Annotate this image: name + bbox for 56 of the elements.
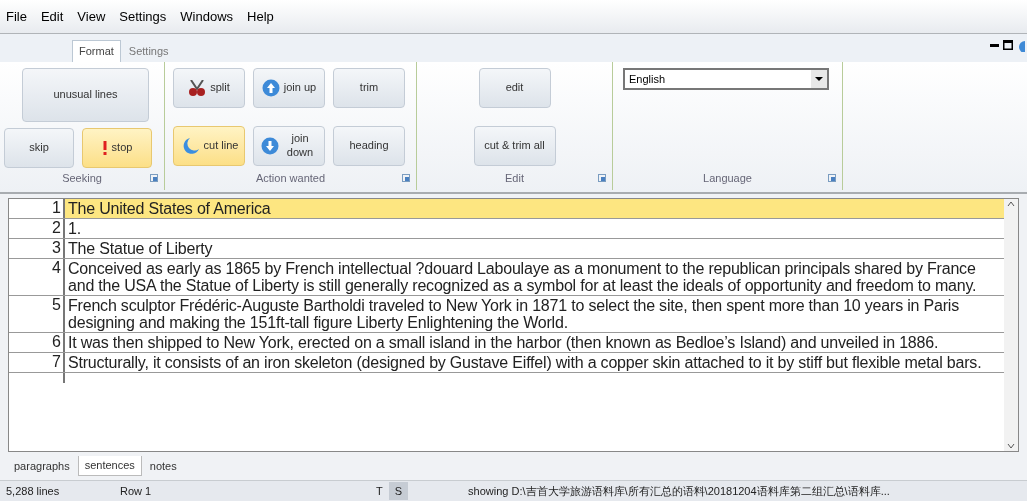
view-tab[interactable]: sentences [77,456,142,476]
sentence-row[interactable]: 2 1. [9,219,1004,239]
menu-item[interactable]: View [77,6,106,27]
ribbon-tab[interactable]: Settings [122,40,175,62]
dialog-launcher-icon[interactable] [150,173,158,182]
ribbon-button[interactable]: skip [4,128,74,168]
menu-item[interactable]: Edit [40,6,64,27]
sentence-text: Structurally, it consists of an iron skeleton (designed by Gustave Eiffel) with a copper skin attached to it by stiff but flexible metal bars. [67,353,983,372]
scroll-down-icon[interactable] [1007,443,1015,449]
file-path: showing D:\吉首大学旅游语料库\所有汇总的语料\20181204语料库第二组汇总\语料库... [468,483,890,499]
line-number: 1 [9,199,65,218]
maximize-icon[interactable] [1003,40,1013,50]
status-toggle[interactable]: S [388,482,409,500]
dialog-launcher-icon[interactable] [402,173,410,182]
exclamation-icon [101,141,108,155]
sentence-text: Conceived as early as 1865 by French intellectual ?douard Laboulaye as a monument to the republican principals shared by France and the USA the Statue of Liberty is still generally recognized as a symbol for at least the ideals of opportunity and freedom to many. [67,259,978,295]
sentence-row[interactable]: 1 The United States of America [9,199,1004,219]
sentence-text: The United States of America [67,199,272,218]
ribbon-tab[interactable]: Format [72,40,121,62]
status-toggle[interactable]: T [370,482,389,500]
ribbon-button[interactable]: trim [333,68,405,108]
ribbon-button[interactable]: split [173,68,245,108]
dialog-launcher-icon[interactable] [598,173,606,182]
menu-item[interactable]: Help [247,6,274,27]
language-dropdown[interactable]: English [623,68,829,90]
sentence-text: It was then shipped to New York, erected on a small island in the harbor (then known as Bedloe’s Island) and unveiled in 1886. [67,333,940,352]
group-title: Edit [505,170,524,186]
group-title: Seeking [62,170,102,186]
ribbon-button[interactable]: heading [333,126,405,166]
sentence-text: French sculptor Frédéric-Auguste Bartholdi traveled to New York in 1871 to select the site, then spent more than 10 years in Paris designing and making the 151ft-tall figure Liberty Enlightening the World. [67,296,960,332]
row-indicator: Row 1 [119,483,153,499]
sentence-text: 1. [67,219,82,238]
line-count: 5,288 lines [5,483,61,499]
menu-item[interactable]: Settings [119,6,167,27]
group-title: Action wanted [255,170,326,186]
ribbon-button[interactable]: stop [82,128,152,168]
minimize-icon[interactable] [990,43,999,47]
ribbon-button[interactable]: join down [253,126,325,166]
sentence-text: The Statue of Liberty [67,239,214,258]
sentence-row[interactable]: 3 The Statue of Liberty [9,239,1004,259]
sentence-row[interactable]: 7 Structurally, it consists of an iron skeleton (designed by Gustave Eiffel) with a copper skin attached to it by stiff but flexible metal bars. [9,353,1004,373]
ribbon-button[interactable]: edit [478,68,551,108]
scroll-up-icon[interactable] [1007,201,1015,207]
ribbon-button[interactable]: cut line [173,126,245,166]
menu-item[interactable]: Windows [180,6,234,27]
ribbon-button[interactable]: unusual lines [22,68,149,122]
ribbon-button[interactable]: cut & trim all [473,126,556,166]
scissors-icon [188,80,207,96]
dialog-launcher-icon[interactable] [828,173,836,182]
ribbon-button[interactable]: join up [253,68,325,108]
view-tab[interactable]: notes [143,456,183,476]
menu-item[interactable]: File [6,6,27,27]
sentence-row[interactable]: 6 It was then shipped to New York, erected on a small island in the harbor (then known as Bedloe’s Island) and unveiled in 1886. [9,333,1004,353]
view-tab[interactable]: paragraphs [8,456,76,476]
scrollbar[interactable] [1004,199,1018,451]
group-title: Language [703,170,752,186]
